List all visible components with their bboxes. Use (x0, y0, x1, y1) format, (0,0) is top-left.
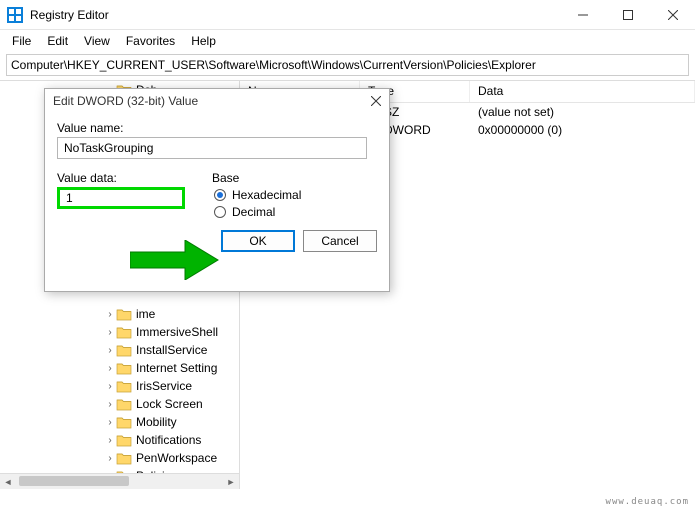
menu-help[interactable]: Help (183, 32, 224, 50)
valuename-input[interactable] (57, 137, 367, 159)
radio-dec-label: Decimal (232, 205, 275, 219)
tree-item-ime[interactable]: ime (0, 305, 239, 323)
annotation-arrow (130, 240, 220, 285)
tree-item-installservice[interactable]: InstallService (0, 341, 239, 359)
chevron-right-icon[interactable] (104, 363, 116, 374)
folder-icon (116, 433, 132, 447)
radio-icon (214, 189, 226, 201)
menu-file[interactable]: File (4, 32, 39, 50)
chevron-right-icon[interactable] (104, 435, 116, 446)
radio-icon (214, 206, 226, 218)
tree-item-lock-screen[interactable]: Lock Screen (0, 395, 239, 413)
chevron-right-icon[interactable] (104, 453, 116, 464)
valuename-label: Value name: (57, 121, 377, 135)
chevron-right-icon[interactable] (104, 417, 116, 428)
close-icon (668, 10, 678, 20)
tree-item-penworkspace[interactable]: PenWorkspace (0, 449, 239, 467)
scroll-left-icon[interactable]: ◄ (0, 474, 16, 489)
chevron-right-icon[interactable] (104, 309, 116, 320)
tree-item-label: Notifications (136, 433, 201, 447)
folder-icon (116, 379, 132, 393)
folder-icon (116, 307, 132, 321)
close-button[interactable] (650, 0, 695, 30)
menu-favorites[interactable]: Favorites (118, 32, 183, 50)
folder-icon (116, 361, 132, 375)
tree-item-label: IrisService (136, 379, 192, 393)
chevron-right-icon[interactable] (104, 381, 116, 392)
tree-item-label: InstallService (136, 343, 207, 357)
tree-item-label: Lock Screen (136, 397, 203, 411)
menu-edit[interactable]: Edit (39, 32, 76, 50)
tree-item-immersiveshell[interactable]: ImmersiveShell (0, 323, 239, 341)
maximize-button[interactable] (605, 0, 650, 30)
tree-item-mobility[interactable]: Mobility (0, 413, 239, 431)
scroll-thumb[interactable] (19, 476, 129, 486)
folder-icon (116, 343, 132, 357)
tree-item-irisservice[interactable]: IrisService (0, 377, 239, 395)
dialog-body: Value name: Value data: Base Hexadecimal… (45, 113, 389, 222)
ok-label: OK (249, 234, 266, 248)
cancel-label: Cancel (321, 234, 358, 248)
minimize-icon (578, 10, 588, 20)
tree-item-notifications[interactable]: Notifications (0, 431, 239, 449)
app-icon (6, 6, 24, 24)
tree-item-label: PenWorkspace (136, 451, 217, 465)
cancel-button[interactable]: Cancel (303, 230, 377, 252)
address-bar[interactable]: Computer\HKEY_CURRENT_USER\Software\Micr… (6, 54, 689, 76)
address-text: Computer\HKEY_CURRENT_USER\Software\Micr… (11, 58, 536, 72)
ok-button[interactable]: OK (221, 230, 295, 252)
folder-icon (116, 415, 132, 429)
menubar: File Edit View Favorites Help (0, 30, 695, 52)
radio-hex-label: Hexadecimal (232, 188, 301, 202)
maximize-icon (623, 10, 633, 20)
watermark: www.deuaq.com (606, 497, 689, 507)
titlebar: Registry Editor (0, 0, 695, 30)
tree-item-label: Internet Setting (136, 361, 217, 375)
tree-item-label: ime (136, 307, 155, 321)
minimize-button[interactable] (560, 0, 605, 30)
dialog-titlebar: Edit DWORD (32-bit) Value (45, 89, 389, 113)
chevron-right-icon[interactable] (104, 399, 116, 410)
folder-icon (116, 325, 132, 339)
base-label: Base (212, 171, 377, 185)
col-header-data[interactable]: Data (470, 81, 695, 102)
folder-icon (116, 451, 132, 465)
window-title: Registry Editor (30, 8, 560, 22)
valuedata-label: Value data: (57, 171, 212, 185)
menu-view[interactable]: View (76, 32, 118, 50)
cell-data: (value not set) (470, 105, 695, 119)
tree-item-label: Mobility (136, 415, 177, 429)
tree-item-internet-setting[interactable]: Internet Setting (0, 359, 239, 377)
close-icon (371, 96, 381, 106)
tree-scrollbar[interactable]: ◄ ► (0, 473, 239, 489)
valuedata-input[interactable] (57, 187, 185, 209)
scroll-right-icon[interactable]: ► (223, 474, 239, 489)
tree-item-label: ImmersiveShell (136, 325, 218, 339)
radio-hexadecimal[interactable]: Hexadecimal (214, 188, 377, 202)
folder-icon (116, 397, 132, 411)
chevron-right-icon[interactable] (104, 345, 116, 356)
scroll-track[interactable] (16, 474, 223, 489)
dialog-title: Edit DWORD (32-bit) Value (53, 94, 198, 108)
cell-data: 0x00000000 (0) (470, 123, 695, 137)
radio-decimal[interactable]: Decimal (214, 205, 377, 219)
chevron-right-icon[interactable] (104, 327, 116, 338)
dialog-close-button[interactable] (371, 93, 381, 109)
